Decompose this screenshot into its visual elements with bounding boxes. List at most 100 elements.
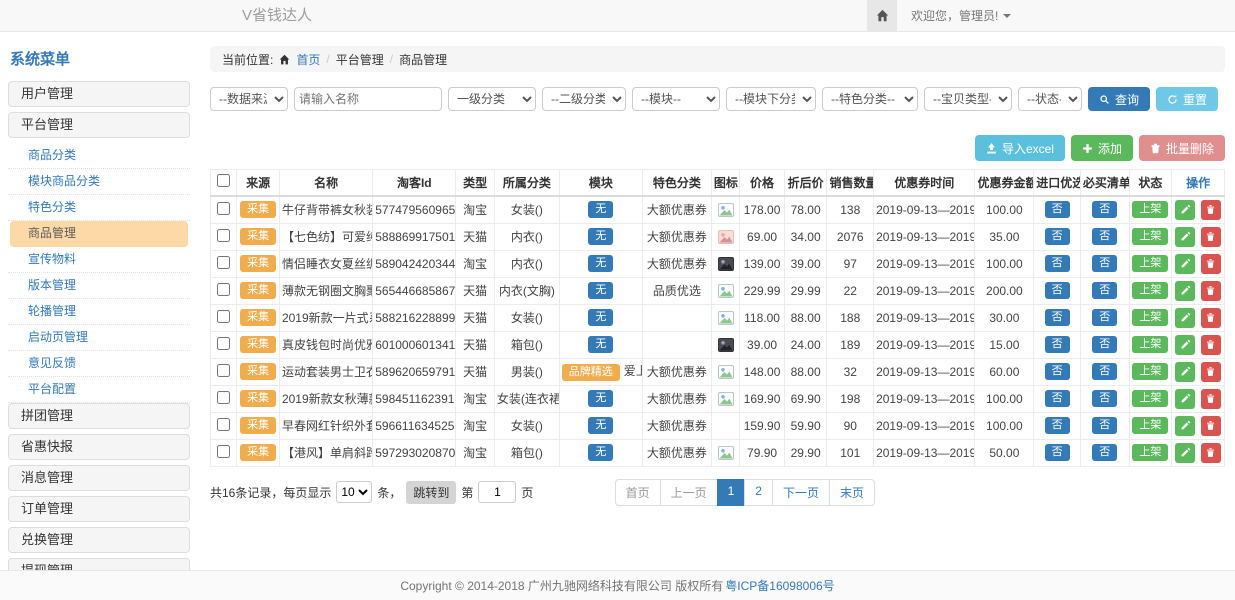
page-button-1[interactable]: 1 [717, 479, 746, 506]
page-button-下一页[interactable]: 下一页 [772, 479, 830, 506]
icp-link[interactable]: 粤ICP备16098006号 [725, 577, 834, 594]
feature-category-select[interactable]: --特色分类-- [822, 87, 918, 111]
status-badge[interactable]: 上架 [1132, 282, 1168, 300]
brand-title[interactable]: V省钱达人 [242, 0, 312, 32]
edit-button[interactable] [1175, 389, 1195, 409]
add-button[interactable]: 添加 [1071, 135, 1133, 161]
sidebar-item-version-management[interactable]: 版本管理 [8, 273, 190, 299]
delete-button[interactable] [1201, 254, 1221, 274]
row-checkbox[interactable] [217, 445, 230, 458]
import-optimal-toggle[interactable]: 否 [1045, 228, 1070, 246]
module-subcategory-select[interactable]: --模块下分类-- [726, 87, 816, 111]
status-badge[interactable]: 上架 [1132, 390, 1168, 408]
status-badge[interactable]: 上架 [1132, 336, 1168, 354]
batch-delete-button[interactable]: 批量删除 [1139, 135, 1225, 161]
import-optimal-toggle[interactable]: 否 [1045, 336, 1070, 354]
import-excel-button[interactable]: 导入excel [975, 135, 1065, 161]
sidebar-item-promo-materials[interactable]: 宣传物料 [8, 247, 190, 273]
edit-button[interactable] [1175, 227, 1195, 247]
page-button-2[interactable]: 2 [744, 479, 773, 506]
sidebar-item-carousel-management[interactable]: 轮播管理 [8, 299, 190, 325]
level2-category-select[interactable]: --二级分类-- [542, 87, 626, 111]
delete-button[interactable] [1201, 281, 1221, 301]
must-buy-toggle[interactable]: 否 [1092, 417, 1117, 435]
import-optimal-toggle[interactable]: 否 [1045, 255, 1070, 273]
sidebar-item-message-management[interactable]: 消息管理 [8, 465, 190, 491]
status-badge[interactable]: 上架 [1132, 201, 1168, 219]
must-buy-toggle[interactable]: 否 [1092, 255, 1117, 273]
sidebar-item-saving-news[interactable]: 省惠快报 [8, 434, 190, 460]
status-badge[interactable]: 上架 [1132, 309, 1168, 327]
sidebar-item-module-goods-category[interactable]: 模块商品分类 [8, 169, 190, 195]
user-menu[interactable]: 欢迎您，管理员! [897, 0, 1025, 31]
import-optimal-toggle[interactable]: 否 [1045, 444, 1070, 462]
delete-button[interactable] [1201, 362, 1221, 382]
edit-button[interactable] [1175, 416, 1195, 436]
status-badge[interactable]: 上架 [1132, 228, 1168, 246]
item-type-select[interactable]: --宝贝类型-- [924, 87, 1012, 111]
import-optimal-toggle[interactable]: 否 [1045, 201, 1070, 219]
select-all-checkbox[interactable] [217, 174, 230, 187]
import-optimal-toggle[interactable]: 否 [1045, 363, 1070, 381]
reset-button[interactable]: 重置 [1156, 87, 1218, 111]
row-checkbox[interactable] [217, 202, 230, 215]
row-checkbox[interactable] [217, 391, 230, 404]
delete-button[interactable] [1201, 308, 1221, 328]
row-checkbox[interactable] [217, 337, 230, 350]
sidebar-item-splash-page-management[interactable]: 启动页管理 [8, 325, 190, 351]
name-search-input[interactable] [294, 87, 442, 111]
status-badge[interactable]: 上架 [1132, 255, 1168, 273]
breadcrumb-home-link[interactable]: 首页 [296, 51, 320, 68]
search-button[interactable]: 查询 [1088, 87, 1150, 111]
row-checkbox[interactable] [217, 229, 230, 242]
must-buy-toggle[interactable]: 否 [1092, 363, 1117, 381]
delete-button[interactable] [1201, 335, 1221, 355]
data-source-select[interactable]: --数据来源-- [210, 87, 288, 111]
edit-button[interactable] [1175, 254, 1195, 274]
status-badge[interactable]: 上架 [1132, 417, 1168, 435]
sidebar-item-user-management[interactable]: 用户管理 [8, 81, 190, 107]
row-checkbox[interactable] [217, 418, 230, 431]
sidebar-item-goods-category[interactable]: 商品分类 [8, 143, 190, 169]
edit-button[interactable] [1175, 335, 1195, 355]
must-buy-toggle[interactable]: 否 [1092, 444, 1117, 462]
sidebar-item-groupon-management[interactable]: 拼团管理 [8, 403, 190, 429]
page-button-首页[interactable]: 首页 [615, 479, 661, 506]
sidebar-item-feedback[interactable]: 意见反馈 [8, 351, 190, 377]
import-optimal-toggle[interactable]: 否 [1045, 309, 1070, 327]
row-checkbox[interactable] [217, 310, 230, 323]
must-buy-toggle[interactable]: 否 [1092, 228, 1117, 246]
sidebar-item-exchange-management[interactable]: 兑换管理 [8, 527, 190, 553]
sidebar-item-order-management[interactable]: 订单管理 [8, 496, 190, 522]
home-nav-button[interactable] [867, 0, 897, 31]
row-checkbox[interactable] [217, 256, 230, 269]
sidebar-item-feature-category[interactable]: 特色分类 [8, 195, 190, 221]
delete-button[interactable] [1201, 389, 1221, 409]
must-buy-toggle[interactable]: 否 [1092, 390, 1117, 408]
edit-button[interactable] [1175, 200, 1195, 220]
import-optimal-toggle[interactable]: 否 [1045, 390, 1070, 408]
edit-button[interactable] [1175, 362, 1195, 382]
must-buy-toggle[interactable]: 否 [1092, 336, 1117, 354]
sidebar-item-platform-config[interactable]: 平台配置 [8, 377, 190, 403]
status-badge[interactable]: 上架 [1132, 444, 1168, 462]
jump-page-input[interactable] [478, 481, 516, 503]
level1-category-select[interactable]: 一级分类 [448, 87, 536, 111]
module-select[interactable]: --模块-- [632, 87, 720, 111]
page-button-末页[interactable]: 末页 [829, 479, 875, 506]
jump-button[interactable]: 跳转到 [406, 481, 456, 504]
delete-button[interactable] [1201, 443, 1221, 463]
must-buy-toggle[interactable]: 否 [1092, 201, 1117, 219]
delete-button[interactable] [1201, 416, 1221, 436]
page-button-上一页[interactable]: 上一页 [660, 479, 718, 506]
edit-button[interactable] [1175, 308, 1195, 328]
edit-button[interactable] [1175, 443, 1195, 463]
edit-button[interactable] [1175, 281, 1195, 301]
row-checkbox[interactable] [217, 364, 230, 377]
import-optimal-toggle[interactable]: 否 [1045, 417, 1070, 435]
delete-button[interactable] [1201, 227, 1221, 247]
must-buy-toggle[interactable]: 否 [1092, 282, 1117, 300]
must-buy-toggle[interactable]: 否 [1092, 309, 1117, 327]
import-optimal-toggle[interactable]: 否 [1045, 282, 1070, 300]
status-badge[interactable]: 上架 [1132, 363, 1168, 381]
